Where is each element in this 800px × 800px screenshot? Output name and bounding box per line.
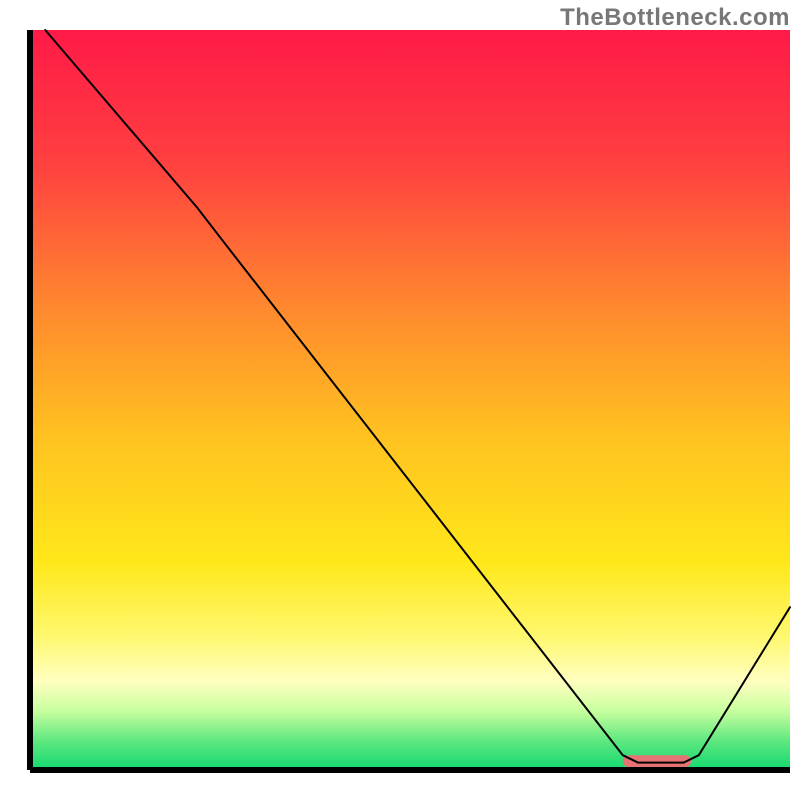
bottleneck-chart (0, 0, 800, 800)
watermark-text: TheBottleneck.com (560, 4, 790, 32)
chart-stage: TheBottleneck.com (0, 0, 800, 800)
plot-background (30, 30, 790, 770)
